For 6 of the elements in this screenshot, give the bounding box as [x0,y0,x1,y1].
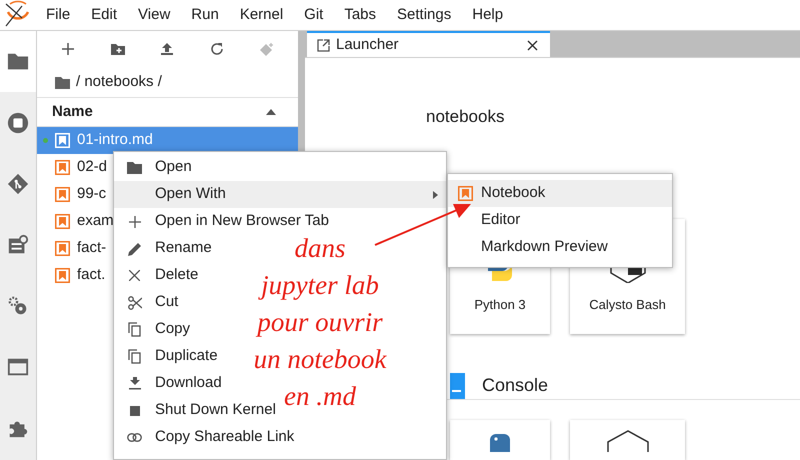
handwritten-annotation: en .md [284,380,356,413]
handwritten-annotation: un notebook [254,343,386,376]
section-title: Console [482,374,548,397]
handwritten-annotation: dans [294,232,346,265]
launcher-folder-title: notebooks [426,106,506,126]
handwritten-annotation: pour ouvrir [257,306,383,339]
